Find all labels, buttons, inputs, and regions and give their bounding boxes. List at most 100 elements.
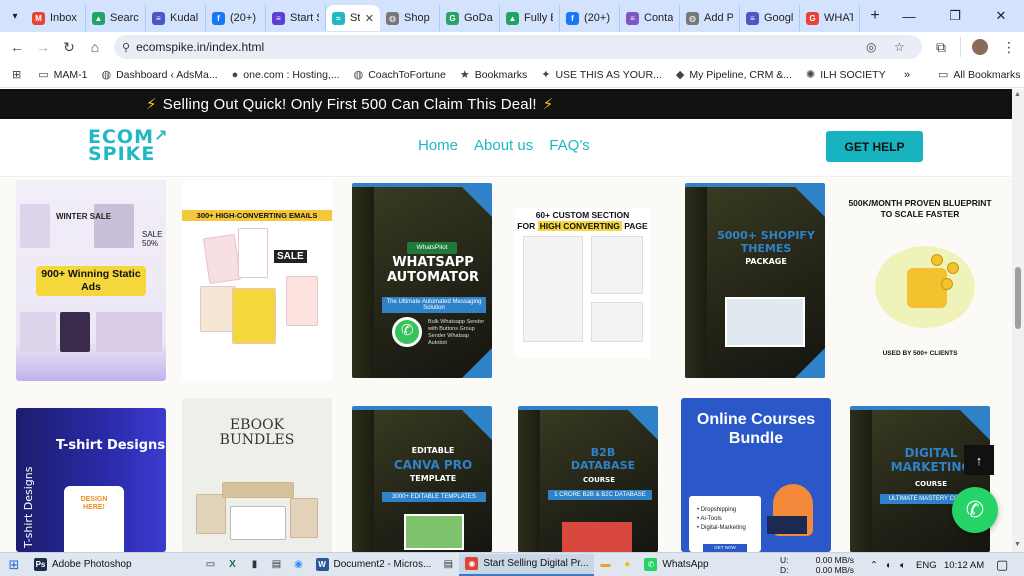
folder-icon[interactable]: ▬ — [594, 554, 616, 576]
eye-off-icon[interactable]: ◎ — [866, 35, 876, 59]
tab-7[interactable]: ▲ Fully E — [500, 5, 560, 31]
more-bookmarks-icon[interactable]: » — [904, 69, 910, 81]
tab-label: (20+) — [584, 12, 610, 24]
new-tab-button[interactable]: + — [864, 7, 886, 25]
page-scrollbar[interactable]: ▲ ▼ — [1012, 89, 1024, 552]
bookmark-item[interactable]: ★ Bookmarks — [460, 68, 527, 82]
nav-home[interactable]: Home — [418, 137, 458, 154]
snapchat-icon[interactable]: ● — [616, 554, 638, 576]
scroll-up-arrow[interactable]: ▲ — [1014, 91, 1021, 98]
address-bar[interactable]: ⚲ ecomspike.in/index.html ◎ ☆ — [114, 35, 922, 59]
tab-6[interactable]: G GoDa — [440, 5, 500, 31]
product-static-ads[interactable]: WINTER SALE SALE 50% 900+ Winning Static… — [16, 180, 166, 381]
bookmark-item[interactable]: ◍ Dashboard ‹ AdsMa... — [101, 68, 217, 82]
product-b2b-database[interactable]: B2B DATABASE COURSE 1 CRORE B2B & B2C DA… — [518, 406, 658, 552]
tab-11[interactable]: ≡ Googl — [740, 5, 800, 31]
all-bookmarks[interactable]: ▭ All Bookmarks — [938, 68, 1021, 82]
product-tshirt-designs[interactable]: T-shirt Designs T-shirt Designs DESIGN H… — [16, 408, 166, 552]
taskbar-app-label: Adobe Photoshop — [52, 559, 132, 570]
restore-button[interactable]: ❐ — [932, 0, 978, 32]
home-button[interactable]: ⌂ — [82, 34, 108, 60]
site-info-icon[interactable]: ⚲ — [122, 41, 130, 54]
minimize-button[interactable]: — — [886, 0, 932, 32]
get-now-button[interactable]: GET NOW — [703, 544, 747, 552]
tab-4[interactable]: ≡ Start S — [266, 5, 326, 31]
product-whatsapp-automator[interactable]: WhatsPilot WHATSAPP AUTOMATOR The Ultima… — [352, 183, 492, 378]
lightning-icon: ⚡ — [542, 96, 554, 113]
profile-avatar[interactable] — [972, 39, 988, 55]
tray-chevron-icon[interactable]: ⌃ — [870, 553, 878, 576]
ecomspike-logo[interactable]: ECOM SPIKE ↗ — [88, 127, 167, 164]
tshirt-icon: DESIGN HERE! — [64, 486, 124, 552]
tab-12[interactable]: G WHAT — [800, 5, 860, 31]
tab-5[interactable]: ◍ Shop — [380, 5, 440, 31]
tab-9[interactable]: ≡ Conta — [620, 5, 680, 31]
bookmark-item[interactable]: ▭ MAM-1 — [38, 68, 87, 82]
taskbar-app-photoshop[interactable]: Ps Adobe Photoshop — [28, 554, 138, 576]
excel-icon[interactable]: X — [222, 554, 244, 576]
forward-button[interactable]: → — [30, 34, 56, 60]
close-tab-icon[interactable]: ✕ — [361, 12, 374, 25]
zoom-icon[interactable]: ◉ — [288, 554, 310, 576]
custom-sections-line1: 60+ CUSTOM SECTION — [535, 210, 630, 220]
scrollbar-thumb[interactable] — [1015, 267, 1021, 329]
product-ebook-bundles[interactable]: EBOOK BUNDLES — [182, 398, 332, 552]
main-nav: Home About us FAQ’s — [418, 137, 606, 154]
upload-label: U: — [780, 555, 789, 565]
tab-1[interactable]: ▲ Search — [86, 5, 146, 31]
notifications-icon[interactable]: ▢ — [996, 553, 1008, 576]
tray-network-icon[interactable]: ◐ — [886, 553, 892, 576]
tab-label: GoDa — [464, 12, 493, 24]
menu-kebab-icon[interactable]: ⋮ — [996, 34, 1022, 60]
product-canva-pro[interactable]: EDITABLE CANVA PRO TEMPLATE 3000+ EDITAB… — [352, 406, 492, 552]
desktop-icon[interactable]: ▭ — [200, 554, 222, 576]
product-blueprint[interactable]: 500K/MONTH PROVEN BLUEPRINT TO SCALE FAS… — [845, 198, 995, 363]
upload-speed: 0.00 MB/s — [815, 555, 854, 565]
scroll-to-top-button[interactable]: ↑ — [964, 445, 994, 475]
notes-icon[interactable]: ▤ — [266, 554, 288, 576]
file-icon[interactable]: ▮ — [244, 554, 266, 576]
ilh-icon: ✺ — [806, 69, 816, 81]
whatsapp-icon: ✆ — [965, 497, 985, 522]
bookmark-item[interactable]: ◍ CoachToFortune — [354, 68, 446, 82]
tab-8[interactable]: f (20+) — [560, 5, 620, 31]
whatsapp-chat-button[interactable]: ✆ — [952, 487, 998, 533]
nav-about-us[interactable]: About us — [474, 137, 533, 154]
back-button[interactable]: ← — [4, 34, 30, 60]
course-item: • Ai-Tools — [697, 516, 722, 522]
tab-active[interactable]: ≈ St ✕ — [326, 5, 380, 31]
product-custom-sections[interactable]: 60+ CUSTOM SECTION FOR HIGH CONVERTING P… — [515, 208, 650, 358]
web-page: ⚡ Selling Out Quick! Only First 500 Can … — [0, 89, 1012, 552]
clock[interactable]: 10:12 AM — [944, 553, 984, 576]
scroll-down-arrow[interactable]: ▼ — [1014, 541, 1021, 548]
bookmark-item[interactable]: ● one.com : Hosting,... — [232, 68, 340, 81]
language-indicator[interactable]: ENG — [916, 553, 937, 576]
product-emails[interactable]: 300+ HIGH-CONVERTING EMAILS SALE — [182, 180, 332, 381]
close-window-button[interactable]: ✕ — [978, 0, 1024, 32]
bookmark-item[interactable]: ◆ My Pipeline, CRM &... — [676, 68, 792, 82]
whatsapp-icon — [392, 317, 422, 347]
tab-0[interactable]: M Inbox — [26, 5, 86, 31]
tab-10[interactable]: ◍ Add P — [680, 5, 740, 31]
promo-bar: ⚡ Selling Out Quick! Only First 500 Can … — [0, 89, 1012, 119]
taskbar-app-word[interactable]: W Document2 - Micros... — [310, 554, 438, 576]
drive-icon: ▲ — [92, 11, 105, 25]
product-shopify-themes[interactable]: 5000+ SHOPIFY THEMES PACKAGE — [685, 183, 825, 378]
taskbar-app-whatsapp[interactable]: ✆ WhatsApp — [638, 554, 714, 576]
notepad-icon[interactable]: ▤ — [437, 554, 459, 576]
bookmark-item[interactable]: ✺ ILH SOCIETY — [806, 68, 886, 82]
tab-search-button[interactable]: ▾ — [4, 5, 26, 27]
nav-faqs[interactable]: FAQ’s — [549, 137, 590, 154]
bookmark-star-icon[interactable]: ☆ — [894, 35, 905, 59]
bookmark-item[interactable]: ✦ USE THIS AS YOUR... — [541, 68, 662, 82]
tray-volume-icon[interactable]: 🔈︎ — [900, 553, 906, 576]
get-help-button[interactable]: GET HELP — [826, 131, 923, 162]
product-online-courses[interactable]: Online Courses Bundle • Dropshipping • A… — [681, 398, 831, 552]
tab-3[interactable]: f (20+) — [206, 5, 266, 31]
apps-grid-icon[interactable]: ⊞ — [12, 68, 26, 81]
extensions-icon[interactable]: ⧉ — [928, 34, 954, 60]
taskbar-app-chrome[interactable]: ◉ Start Selling Digital Pr... — [459, 553, 595, 576]
tab-2[interactable]: ≡ Kudal — [146, 5, 206, 31]
windows-start-icon[interactable]: ⊞ — [0, 553, 28, 576]
reload-button[interactable]: ↻ — [56, 34, 82, 60]
